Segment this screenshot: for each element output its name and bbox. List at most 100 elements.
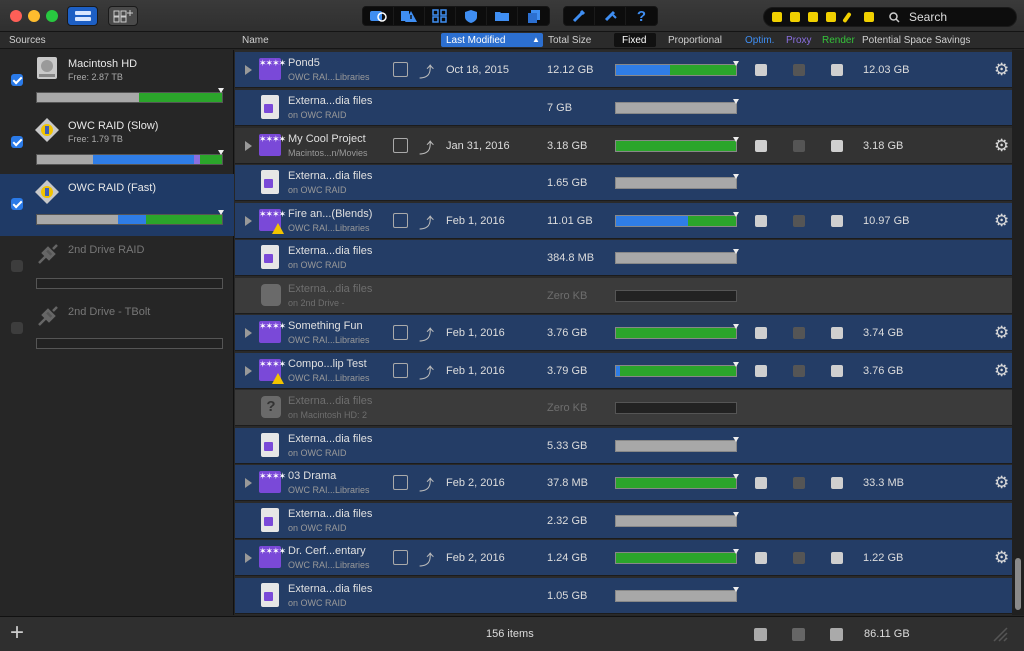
search-input[interactable]: Search <box>909 10 947 24</box>
source-item-2[interactable]: OWC RAID (Slow) Free: 1.79 TB <box>0 112 234 174</box>
zoom-window-button[interactable] <box>46 10 58 22</box>
render-checkbox[interactable] <box>831 552 843 564</box>
last-modified-column-header[interactable]: Last Modified ▲ <box>441 33 543 47</box>
reveal-copy-icon[interactable] <box>393 213 408 228</box>
source-item-3[interactable]: OWC RAID (Fast) <box>0 174 234 236</box>
library-row[interactable]: ✶✶✶✶ 03 Drama OWC RAI...Libraries ⤴ Feb 2, 2… <box>235 465 1012 501</box>
optim-checkbox[interactable] <box>755 140 767 152</box>
add-source-button[interactable]: + <box>10 620 24 646</box>
gear-icon[interactable]: ⚙ <box>994 61 1009 78</box>
move-library-icon[interactable]: ⤴ <box>419 549 434 570</box>
move-library-icon[interactable]: ⤴ <box>419 61 434 82</box>
proxy-checkbox[interactable] <box>793 477 805 489</box>
filter-events-icon[interactable] <box>790 12 800 22</box>
move-library-icon[interactable]: ⤴ <box>419 137 434 158</box>
filter-libraries-icon[interactable] <box>772 12 782 22</box>
optim-checkbox[interactable] <box>755 477 767 489</box>
tool-shield[interactable] <box>456 7 487 25</box>
render-checkbox[interactable] <box>831 64 843 76</box>
tool-warnings[interactable] <box>394 7 425 25</box>
reveal-copy-icon[interactable] <box>393 62 408 77</box>
reveal-copy-icon[interactable] <box>393 138 408 153</box>
library-row[interactable]: ✶✶✶✶ My Cool Project Macintos...n/Movies ⤴ J… <box>235 128 1012 164</box>
library-row[interactable]: ✶✶✶✶ Compo...lip Test OWC RAI...Libraries ⤴… <box>235 353 1012 389</box>
disclosure-triangle-icon[interactable] <box>245 478 252 488</box>
proxy-checkbox[interactable] <box>793 365 805 377</box>
tool-folder[interactable] <box>487 7 518 25</box>
proxy-checkbox[interactable] <box>793 327 805 339</box>
tool-help[interactable]: ? <box>626 7 657 25</box>
external-media-row[interactable]: Externa...dia files on 2nd Drive - Zero KB <box>235 278 1012 314</box>
library-row[interactable]: ✶✶✶✶ Something Fun OWC RAI...Libraries ⤴ Feb… <box>235 315 1012 351</box>
reveal-copy-icon[interactable] <box>393 550 408 565</box>
filter-misc-icon[interactable] <box>864 12 874 22</box>
source-checkbox[interactable] <box>11 260 23 272</box>
library-row[interactable]: ✶✶✶✶ Pond5 OWC RAI...Libraries ⤴ Oct 18, 201… <box>235 52 1012 88</box>
tool-copy[interactable] <box>518 7 549 25</box>
disclosure-triangle-icon[interactable] <box>245 328 252 338</box>
source-checkbox[interactable] <box>11 136 23 148</box>
render-checkbox[interactable] <box>831 215 843 227</box>
name-column-header[interactable]: Name <box>242 35 269 46</box>
grid-view-button[interactable] <box>108 6 138 26</box>
gear-icon[interactable]: ⚙ <box>994 212 1009 229</box>
gear-icon[interactable]: ⚙ <box>994 137 1009 154</box>
tool-connect[interactable] <box>564 7 595 25</box>
render-checkbox[interactable] <box>831 327 843 339</box>
source-item-4[interactable]: 2nd Drive RAID <box>0 236 234 298</box>
proxy-column-header[interactable]: Proxy <box>786 35 812 46</box>
gear-icon[interactable]: ⚙ <box>994 549 1009 566</box>
gear-icon[interactable]: ⚙ <box>994 474 1009 491</box>
disclosure-triangle-icon[interactable] <box>245 366 252 376</box>
optim-checkbox[interactable] <box>755 365 767 377</box>
source-checkbox[interactable] <box>11 198 23 210</box>
render-checkbox[interactable] <box>831 140 843 152</box>
filter-projects-icon[interactable] <box>826 12 836 22</box>
optim-checkbox[interactable] <box>755 327 767 339</box>
tool-analyze[interactable] <box>363 7 394 25</box>
move-library-icon[interactable]: ⤴ <box>419 324 434 345</box>
proxy-checkbox[interactable] <box>793 215 805 227</box>
disclosure-triangle-icon[interactable] <box>245 553 252 563</box>
optim-checkbox[interactable] <box>755 552 767 564</box>
close-window-button[interactable] <box>10 10 22 22</box>
gear-icon[interactable]: ⚙ <box>994 362 1009 379</box>
reveal-copy-icon[interactable] <box>393 475 408 490</box>
optim-column-header[interactable]: Optim. <box>745 35 774 46</box>
move-library-icon[interactable]: ⤴ <box>419 212 434 233</box>
source-checkbox[interactable] <box>11 74 23 86</box>
reveal-copy-icon[interactable] <box>393 325 408 340</box>
tool-disconnect[interactable] <box>595 7 626 25</box>
disclosure-triangle-icon[interactable] <box>245 65 252 75</box>
external-media-row[interactable]: Externa...dia files on OWC RAID 1.05 GB <box>235 578 1012 614</box>
optim-checkbox[interactable] <box>755 64 767 76</box>
external-media-row[interactable]: Externa...dia files on OWC RAID 384.8 MB <box>235 240 1012 276</box>
external-media-row[interactable]: Externa...dia files on OWC RAID 5.33 GB <box>235 428 1012 464</box>
external-media-row[interactable]: Externa...dia files on OWC RAID 2.32 GB <box>235 503 1012 539</box>
external-media-row[interactable]: Externa...dia files on OWC RAID 7 GB <box>235 90 1012 126</box>
scrollbar-thumb[interactable] <box>1015 558 1021 610</box>
source-checkbox[interactable] <box>11 322 23 334</box>
proxy-checkbox[interactable] <box>793 64 805 76</box>
filter-edit-icon[interactable] <box>842 11 852 24</box>
minimize-window-button[interactable] <box>28 10 40 22</box>
library-row[interactable]: ✶✶✶✶ Fire an...(Blends) OWC RAI...Librarie… <box>235 203 1012 239</box>
fixed-scale-button[interactable]: Fixed <box>614 33 656 47</box>
move-library-icon[interactable]: ⤴ <box>419 474 434 495</box>
filter-clips-icon[interactable] <box>808 12 818 22</box>
source-item-1[interactable]: Macintosh HD Free: 2.87 TB <box>0 50 234 112</box>
tool-grid[interactable] <box>425 7 456 25</box>
gear-icon[interactable]: ⚙ <box>994 324 1009 341</box>
disclosure-triangle-icon[interactable] <box>245 141 252 151</box>
render-column-header[interactable]: Render <box>822 35 855 46</box>
proxy-checkbox[interactable] <box>793 140 805 152</box>
move-library-icon[interactable]: ⤴ <box>419 362 434 383</box>
source-item-5[interactable]: 2nd Drive - TBolt <box>0 298 234 360</box>
vertical-scrollbar[interactable] <box>1012 50 1024 615</box>
reveal-copy-icon[interactable] <box>393 363 408 378</box>
external-media-row[interactable]: Externa...dia files on OWC RAID 1.65 GB <box>235 165 1012 201</box>
optim-checkbox[interactable] <box>755 215 767 227</box>
external-media-row[interactable]: ? Externa...dia files on Macintosh HD: 2 Ze… <box>235 390 1012 426</box>
savings-column-header[interactable]: Potential Space Savings <box>862 35 970 46</box>
library-row[interactable]: ✶✶✶✶ Dr. Cerf...entary OWC RAI...Libraries… <box>235 540 1012 576</box>
